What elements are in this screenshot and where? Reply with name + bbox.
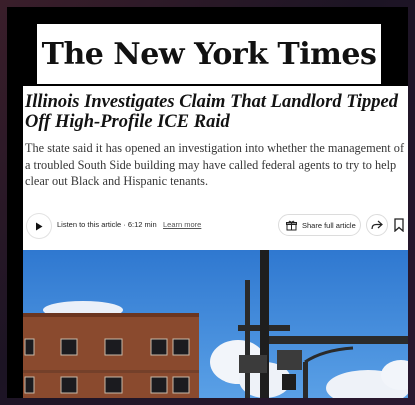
masthead-logo-text: The New York Times	[41, 36, 377, 72]
screenshot-frame: The New York Times Illinois Investigates…	[7, 7, 408, 398]
listen-label[interactable]: Listen to this article · 6:12 min	[57, 220, 157, 229]
article-headline[interactable]: Illinois Investigates Claim That Landlor…	[25, 92, 408, 132]
nyt-masthead-logo[interactable]: The New York Times	[37, 24, 381, 84]
bookmark-button[interactable]	[392, 217, 406, 233]
share-label: Share full article	[302, 220, 356, 230]
article-card: Illinois Investigates Claim That Landlor…	[23, 86, 408, 398]
forward-arrow-icon	[371, 220, 383, 230]
article-summary: The state said it has opened an investig…	[25, 141, 405, 188]
article-lead-photo	[23, 250, 408, 398]
share-full-article-button[interactable]: Share full article	[278, 214, 361, 236]
play-audio-button[interactable]	[27, 214, 51, 238]
gift-icon	[286, 220, 297, 230]
bookmark-icon	[394, 218, 404, 232]
learn-more-link[interactable]: Learn more	[163, 220, 201, 229]
forward-share-button[interactable]	[366, 214, 388, 236]
article-toolbar: Listen to this article · 6:12 min Learn …	[23, 213, 408, 239]
play-icon	[36, 222, 43, 230]
